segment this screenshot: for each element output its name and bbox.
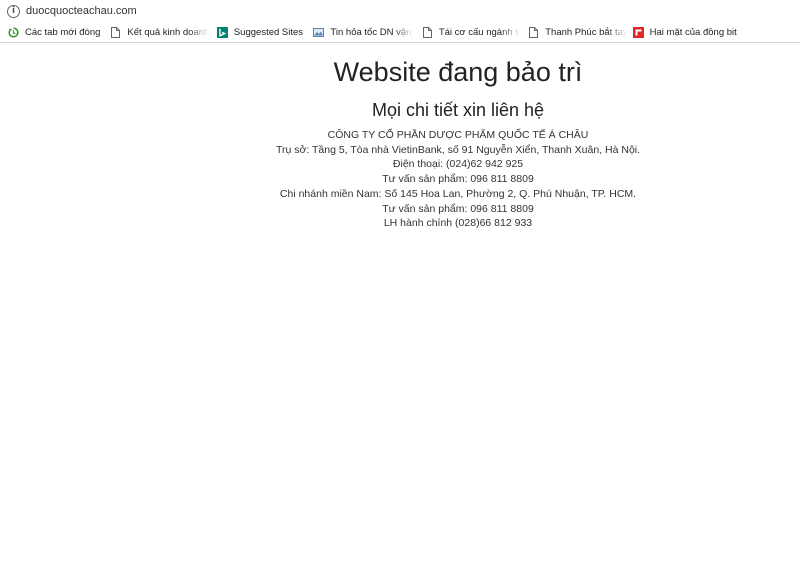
image-icon	[313, 27, 325, 38]
page-icon	[110, 26, 121, 38]
bookmarks-bar: Các tab mới đóng Kết quả kinh doanh V Su…	[0, 22, 800, 43]
recent-tabs-icon	[8, 26, 19, 38]
bookmark-recent-tabs[interactable]: Các tab mới đóng	[8, 22, 106, 42]
page-icon	[422, 26, 433, 38]
bookmark-tin-hoa-toc[interactable]: Tin hỏa tốc DN vận tả	[313, 22, 414, 42]
url-text[interactable]: duocquocteachau.com	[26, 5, 137, 17]
info-icon[interactable]: i	[7, 4, 20, 18]
maintenance-message: Website đang bảo trì Mọi chi tiết xin li…	[258, 56, 658, 231]
page-icon	[528, 26, 539, 38]
address-bar[interactable]: i duocquocteachau.com	[0, 0, 800, 22]
company-name: CÔNG TY CỔ PHẦN DƯỢC PHẨM QUỐC TẾ Á CHÂU	[327, 129, 589, 141]
south-product-consult-phone: Tư vấn sản phẩm: 096 811 8809	[382, 202, 534, 215]
bookmark-suggested-sites[interactable]: Suggested Sites	[216, 22, 306, 42]
product-consult-phone: Tư vấn sản phẩm: 096 811 8809	[382, 173, 534, 186]
flipboard-icon	[632, 26, 644, 38]
bookmark-ket-qua-kinh-doanh[interactable]: Kết quả kinh doanh V	[110, 22, 209, 42]
bookmark-thanh-phuc[interactable]: Thanh Phúc bắt tay đ	[528, 22, 627, 42]
bookmark-hai-mat-dong-bitcoin[interactable]: Hai mặt của đồng bit	[632, 22, 800, 42]
phone-number: Điện thoại: (024)62 942 925	[392, 158, 524, 171]
south-branch-address: Chi nhánh miền Nam: Số 145 Hoa Lan, Phườ…	[279, 187, 637, 200]
head-office-address: Trụ sở: Tầng 5, Tòa nhà VietinBank, số 9…	[275, 143, 641, 156]
page-title: Website đang bảo trì	[333, 57, 583, 87]
page-subtitle: Mọi chi tiết xin liên hệ	[371, 100, 545, 120]
admin-contact-phone: LH hành chính (028)66 812 933	[383, 217, 533, 230]
bing-icon	[216, 26, 228, 38]
bookmark-tai-co-cau[interactable]: Tái cơ cấu ngành tàu	[422, 22, 520, 42]
